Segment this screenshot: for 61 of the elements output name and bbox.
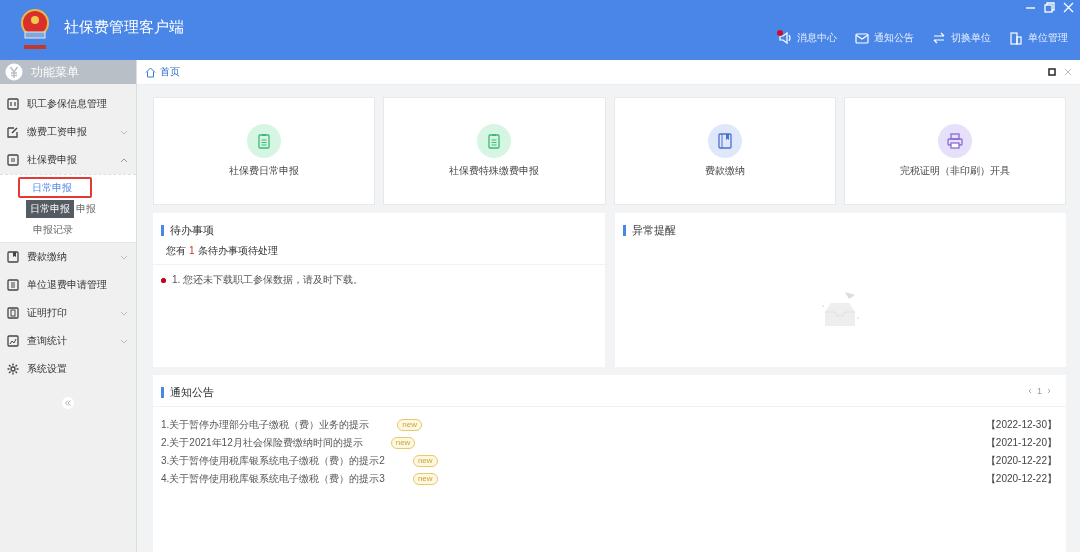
home-icon — [145, 66, 156, 78]
gear-icon — [7, 363, 19, 375]
new-badge: new — [397, 418, 423, 431]
notice-link[interactable]: 2.关于2021年12月社会保险费缴纳时间的提示 — [161, 435, 363, 450]
submenu-item[interactable]: 申报 — [76, 201, 96, 216]
panel-title: 待办事项 — [153, 213, 605, 242]
yen-coin-icon — [5, 63, 23, 81]
notice-date: 【2020-12-22】 — [985, 471, 1057, 486]
list-icon — [7, 279, 19, 291]
envelope-icon — [855, 31, 869, 45]
bullet-icon — [161, 277, 166, 283]
form-icon — [7, 154, 19, 166]
todo-summary: 您有 1 条待办事项待处理 — [153, 242, 605, 265]
panel-title: 异常提醒 — [614, 213, 1066, 242]
maximize-icon[interactable] — [1048, 68, 1056, 76]
submenu-item[interactable]: 日常申报 — [18, 177, 92, 198]
book-icon — [715, 132, 734, 150]
menu-item[interactable]: 证明打印 — [0, 299, 136, 327]
notice-link[interactable]: 1.关于暂停办理部分电子缴税（费）业务的提示 — [161, 417, 370, 432]
todo-text[interactable]: 1. 您还未下载职工参保数据，请及时下载。 — [172, 273, 364, 287]
app-title: 社保费管理客户端 — [64, 17, 184, 37]
shortcut-card[interactable]: 社保费特殊缴费申报 — [383, 97, 606, 205]
chevron-left-icon[interactable] — [1027, 387, 1033, 394]
edit-icon — [7, 126, 19, 138]
tooltip: 日常申报 — [26, 199, 74, 218]
card-label: 费款缴纳 — [704, 164, 745, 178]
menu-item[interactable]: 社保费申报 — [0, 146, 136, 174]
menu-item[interactable]: 费款缴纳 — [0, 243, 136, 271]
new-badge: new — [412, 454, 438, 467]
collapse-icon[interactable] — [62, 397, 74, 409]
submenu-item[interactable]: 申报记录 — [0, 219, 136, 240]
menu-item[interactable]: 系统设置 — [0, 355, 136, 383]
book-icon — [7, 251, 19, 263]
shortcut-card[interactable]: 社保费日常申报 — [153, 97, 376, 205]
panel-title: 通知公告 — [153, 375, 222, 406]
chart-icon — [7, 335, 19, 347]
notice-date: 【2021-12-20】 — [985, 435, 1057, 450]
menu-item[interactable]: 职工参保信息管理 — [0, 90, 136, 118]
sidebar-title: 功能菜单 — [31, 63, 79, 81]
swap-arrows-icon — [932, 31, 946, 45]
restore-icon[interactable] — [1044, 2, 1055, 13]
speaker-icon — [778, 31, 792, 45]
menu-item[interactable]: 查询统计 — [0, 327, 136, 355]
id-card-icon — [7, 98, 19, 110]
notice-link[interactable]: 4.关于暂停使用税库银系统电子缴税（费）的提示3 — [161, 471, 385, 486]
new-badge: new — [412, 472, 438, 485]
shortcut-card[interactable]: 完税证明（非印刷）开具 — [843, 97, 1066, 205]
menu-item[interactable]: 单位退费申请管理 — [0, 271, 136, 299]
notice-link[interactable]: 3.关于暂停使用税库银系统电子缴税（费）的提示2 — [161, 453, 385, 468]
tab[interactable]: 首页 — [145, 65, 180, 79]
close-icon[interactable] — [1064, 68, 1072, 76]
card-label: 社保费日常申报 — [229, 164, 300, 178]
chevron-right-icon[interactable] — [1046, 387, 1052, 394]
card-label: 完税证明（非印刷）开具 — [899, 164, 1010, 178]
notice-date: 【2020-12-22】 — [985, 453, 1057, 468]
building-icon — [1009, 31, 1023, 45]
shortcut-card[interactable]: 费款缴纳 — [613, 97, 836, 205]
card-label: 社保费特殊缴费申报 — [449, 164, 540, 178]
menu-item[interactable]: 缴费工资申报 — [0, 118, 136, 146]
new-badge: new — [390, 436, 416, 449]
notice-date: 【2022-12-30】 — [985, 417, 1057, 432]
